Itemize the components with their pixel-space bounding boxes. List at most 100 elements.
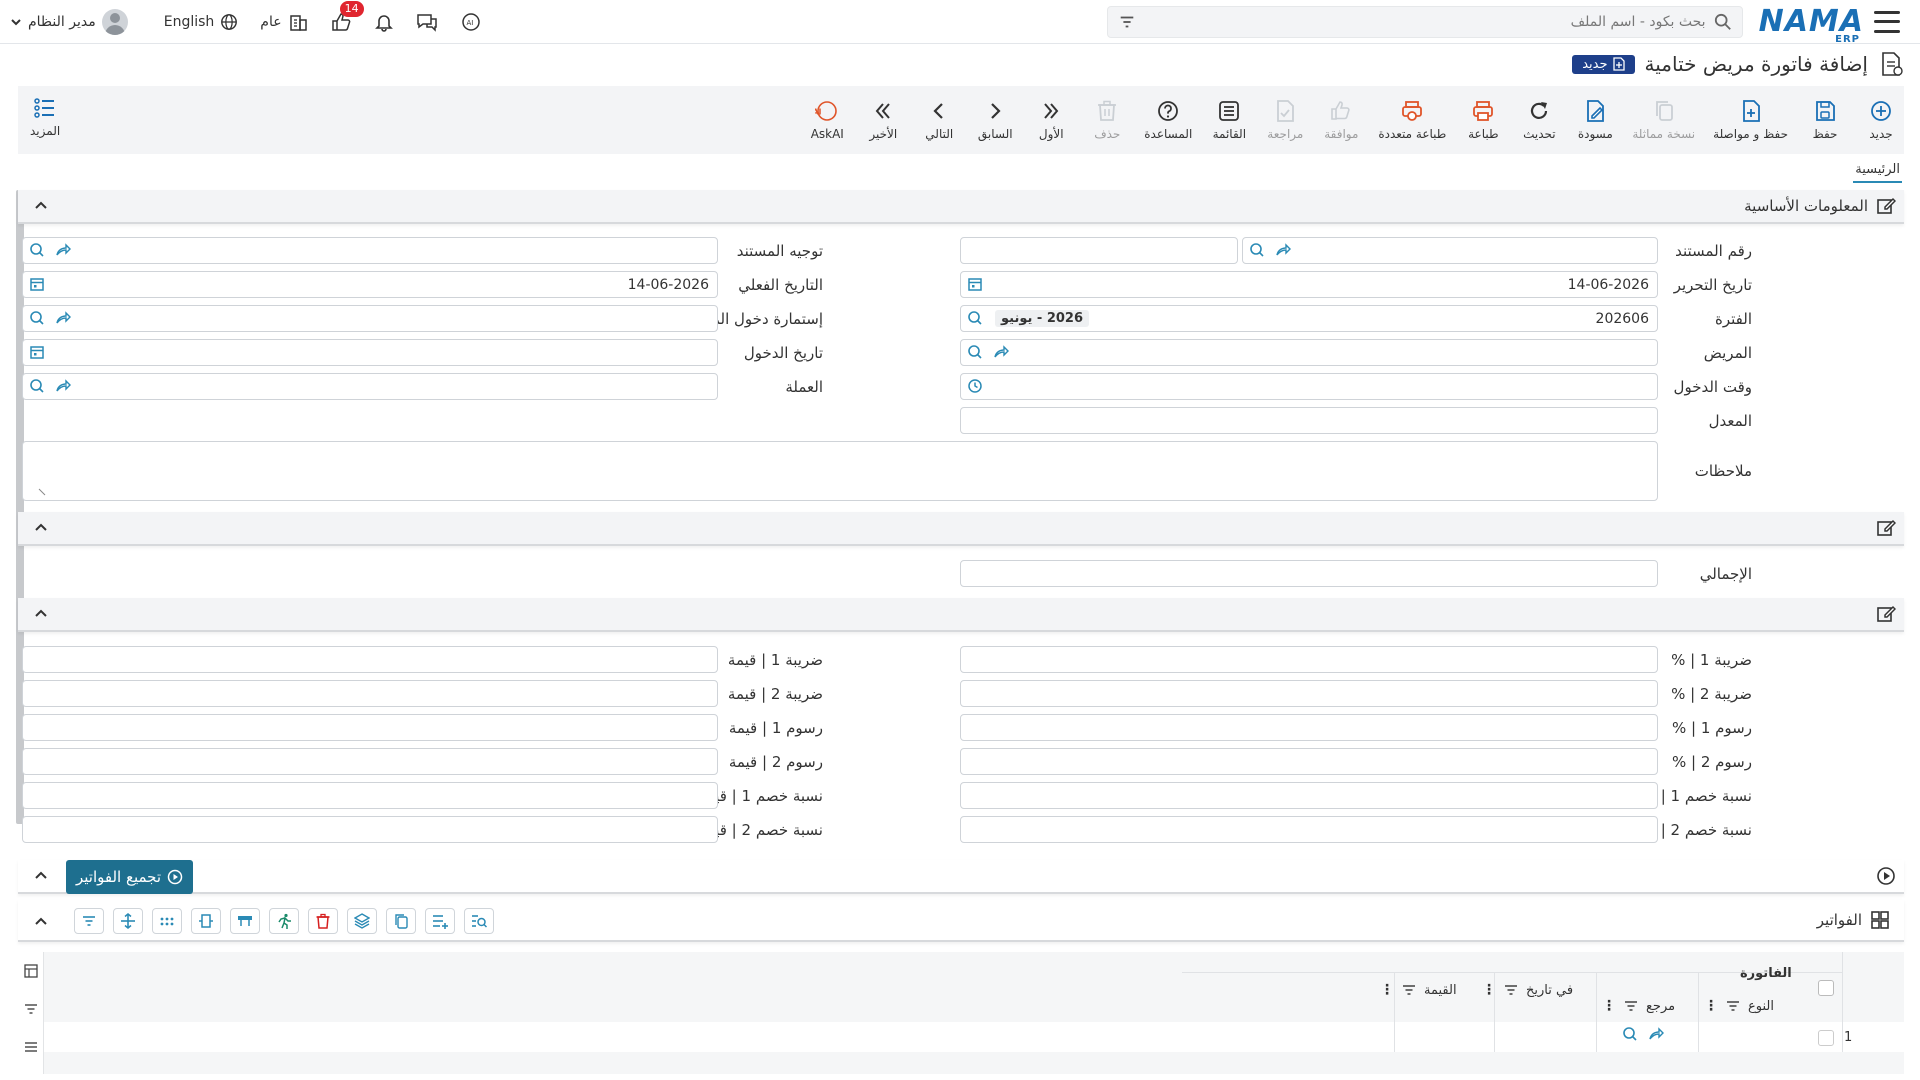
filter-button[interactable]: [74, 908, 104, 934]
resize-column-button[interactable]: [191, 908, 221, 934]
sort-filter-icon[interactable]: [1624, 999, 1638, 1013]
period-input[interactable]: 202606 2026 - يونيو: [960, 305, 1658, 332]
tax-left-input[interactable]: [22, 646, 718, 673]
calendar-icon[interactable]: [967, 276, 983, 292]
share-arrow-icon[interactable]: [1648, 1026, 1664, 1042]
section-taxes[interactable]: [18, 598, 1904, 632]
column-menu-icon[interactable]: ⋮: [1380, 982, 1394, 998]
dots-grid-button[interactable]: [152, 908, 182, 934]
column-header-type[interactable]: ⋮ النوع: [1704, 998, 1774, 1014]
row-checkbox[interactable]: [1818, 1030, 1834, 1046]
menu-lines-icon[interactable]: [24, 1040, 38, 1054]
columns-icon[interactable]: [24, 964, 38, 978]
notifications-button[interactable]: [374, 12, 394, 32]
tab-main[interactable]: الرئيسية: [1853, 160, 1902, 183]
total-input[interactable]: [960, 560, 1658, 587]
lookup-search-icon[interactable]: [29, 310, 45, 326]
lookup-search-icon[interactable]: [29, 242, 45, 258]
actual-date-input[interactable]: 14-06-2026: [22, 271, 718, 298]
table-layout-button[interactable]: [230, 908, 260, 934]
patient-input[interactable]: [960, 339, 1658, 366]
layers-button[interactable]: [347, 908, 377, 934]
toolbar-button[interactable]: الأول: [1032, 99, 1070, 141]
column-header-ref[interactable]: ⋮ مرجع: [1602, 998, 1675, 1014]
share-arrow-icon[interactable]: [55, 378, 71, 394]
toolbar-button[interactable]: مسودة: [1576, 99, 1614, 141]
global-search[interactable]: بحث بكود - اسم الملف: [1106, 5, 1743, 38]
toolbar-button[interactable]: نسخة مماثلة: [1632, 99, 1695, 141]
run-button[interactable]: [269, 908, 299, 934]
share-arrow-icon[interactable]: [55, 242, 71, 258]
toolbar-button[interactable]: موافقة: [1322, 99, 1360, 141]
ai-assistant-button[interactable]: AI: [460, 11, 482, 33]
toolbar-button[interactable]: حفظ و مواصلة: [1713, 99, 1788, 141]
section-collect[interactable]: [18, 860, 1904, 894]
toolbar-button[interactable]: جديد: [1862, 99, 1900, 141]
tax-left-input[interactable]: [22, 680, 718, 707]
sort-filter-icon[interactable]: [1504, 983, 1518, 997]
toolbar-button[interactable]: طباعة: [1464, 99, 1502, 141]
toolbar-button[interactable]: تحديث: [1520, 99, 1558, 141]
tax-left-input[interactable]: [22, 782, 718, 809]
tax-left-input[interactable]: [22, 816, 718, 843]
tax-right-input[interactable]: [960, 816, 1658, 843]
tax-right-input[interactable]: [960, 782, 1658, 809]
lookup-search-icon[interactable]: [967, 310, 983, 326]
toolbar-button[interactable]: حفظ: [1806, 99, 1844, 141]
collect-invoices-button[interactable]: تجميع الفواتير: [66, 860, 194, 894]
rate-input[interactable]: [960, 407, 1658, 434]
tax-right-input[interactable]: [960, 680, 1658, 707]
delete-row-button[interactable]: [308, 908, 338, 934]
admission-time-input[interactable]: [960, 373, 1658, 400]
lookup-search-icon[interactable]: [967, 344, 983, 360]
tax-left-input[interactable]: [22, 714, 718, 741]
resize-handle-icon[interactable]: [37, 487, 47, 497]
notes-textarea[interactable]: [22, 441, 1658, 501]
collapse-chevron-icon[interactable]: [34, 606, 48, 620]
copy-rows-button[interactable]: [386, 908, 416, 934]
select-all-checkbox[interactable]: [1818, 980, 1834, 996]
collapse-chevron-icon[interactable]: [34, 868, 48, 882]
collapse-chevron-icon[interactable]: [34, 914, 48, 928]
toolbar-button[interactable]: حذف: [1088, 99, 1126, 141]
edit-date-input[interactable]: 14-06-2026: [960, 271, 1658, 298]
toolbar-button[interactable]: الأخير: [864, 99, 902, 141]
approvals-button[interactable]: 14: [330, 1, 364, 33]
lookup-search-icon[interactable]: [1622, 1026, 1638, 1042]
add-line-button[interactable]: [425, 908, 455, 934]
doc-direction-input[interactable]: [22, 237, 718, 264]
admission-date-input[interactable]: [22, 339, 718, 366]
lookup-search-icon[interactable]: [29, 378, 45, 394]
doc-number-input[interactable]: [1242, 237, 1658, 264]
column-header-value[interactable]: ⋮ القيمة: [1380, 982, 1457, 998]
scope-switch[interactable]: عام: [260, 12, 307, 32]
admission-form-input[interactable]: [22, 305, 718, 332]
toolbar-button[interactable]: السابق: [976, 99, 1014, 141]
toolbar-button[interactable]: مراجعة: [1266, 99, 1304, 141]
messages-button[interactable]: [416, 11, 438, 33]
toolbar-button[interactable]: طباعة متعددة: [1378, 99, 1446, 141]
move-button[interactable]: [113, 908, 143, 934]
calendar-icon[interactable]: [29, 344, 45, 360]
search-list-button[interactable]: [464, 908, 494, 934]
currency-input[interactable]: [22, 373, 718, 400]
collapse-chevron-icon[interactable]: [34, 198, 48, 212]
sort-filter-icon[interactable]: [1402, 983, 1416, 997]
calendar-icon[interactable]: [29, 276, 45, 292]
lookup-search-icon[interactable]: [1249, 242, 1265, 258]
section-totals[interactable]: [18, 512, 1904, 546]
column-menu-icon[interactable]: ⋮: [1482, 982, 1496, 998]
share-arrow-icon[interactable]: [1275, 242, 1291, 258]
toolbar-button[interactable]: القائمة: [1210, 99, 1248, 141]
filter-icon[interactable]: [1118, 13, 1136, 31]
toolbar-button[interactable]: المساعدة: [1144, 99, 1192, 141]
language-switch[interactable]: English: [164, 13, 239, 31]
toolbar-button[interactable]: التالي: [920, 99, 958, 141]
doc-number-secondary-input[interactable]: [960, 237, 1238, 264]
more-button[interactable]: المزيد: [30, 96, 60, 138]
column-menu-icon[interactable]: ⋮: [1704, 998, 1718, 1014]
filter-icon[interactable]: [24, 1002, 38, 1016]
column-header-date[interactable]: ⋮ في تاريخ: [1482, 982, 1573, 998]
play-circle-icon[interactable]: [1876, 866, 1896, 886]
user-menu[interactable]: مدير النظام: [10, 9, 128, 35]
